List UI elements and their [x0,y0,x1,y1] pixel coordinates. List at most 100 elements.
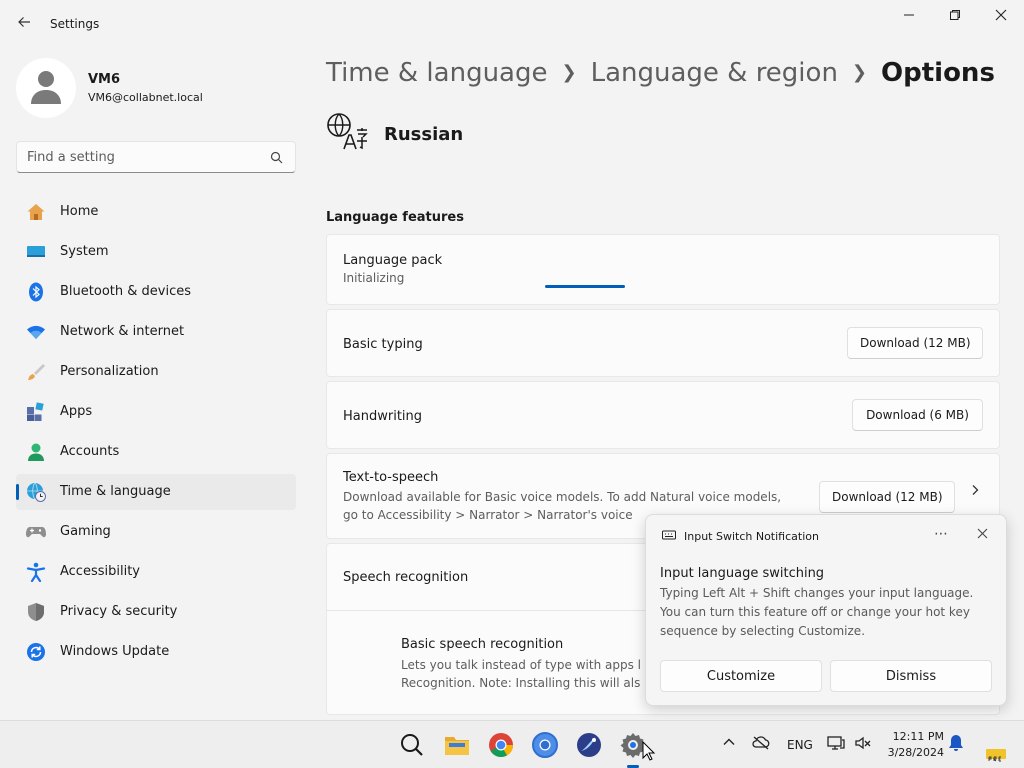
sidebar-item-label: Privacy & security [60,604,178,619]
sidebar-item-system[interactable]: System [16,234,296,270]
shield-icon [28,603,44,621]
sidebar-item-home[interactable]: Home [16,194,296,230]
taskbar: ENG 12:11 PM 3/28/2024 [0,720,1024,768]
sidebar-item-accessibility[interactable]: Accessibility [16,554,296,590]
page-title: Options [881,58,995,88]
paintbrush-icon [28,364,45,380]
language-pack-card: Language pack Initializing [326,234,1000,305]
update-icon [27,643,45,661]
progress-bar [545,285,625,288]
input-language-indicator[interactable]: ENG [787,738,813,752]
sidebar-item-label: Apps [60,404,93,419]
close-icon[interactable] [977,527,988,543]
sidebar-item-personalization[interactable]: Personalization [16,354,296,390]
section-heading: Language features [326,210,464,225]
sidebar-item-network[interactable]: Network & internet [16,314,296,350]
handwriting-card: Handwriting Download (6 MB) [326,381,1000,449]
basic-speech-description-line2: Recognition. Note: Installing this will … [401,676,641,690]
sidebar-item-label: Home [60,204,99,219]
accessibility-icon [26,562,46,582]
chromium-button[interactable] [529,729,561,761]
sidebar-item-accounts[interactable]: Accounts [16,434,296,470]
tts-description-line2: go to Accessibility > Narrator > Narrato… [343,508,633,522]
tts-description-line1: Download available for Basic voice model… [343,490,782,504]
accounts-icon [28,443,44,461]
notification-body: Typing Left Alt + Shift changes your inp… [660,586,974,638]
breadcrumb-language-region[interactable]: Language & region [591,58,838,88]
chevron-up-icon[interactable] [722,735,736,752]
input-switch-notification[interactable]: Input Switch Notification ⋯ Input langua… [645,514,1007,706]
chevron-right-icon [972,485,979,495]
sidebar-item-label: Accessibility [60,564,140,579]
dismiss-button[interactable]: Dismiss [830,660,992,692]
handwriting-download-button[interactable]: Download (6 MB) [852,399,983,431]
gamepad-icon [26,527,46,538]
close-window-button[interactable] [985,8,1017,26]
sidebar-item-bluetooth[interactable]: Bluetooth & devices [16,274,296,310]
chrome-icon [489,733,513,758]
tts-download-button[interactable]: Download (12 MB) [819,481,955,513]
wifi-icon [27,325,45,339]
pre-release-icon [986,749,1006,762]
title-bar: Settings [0,0,1024,48]
bluetooth-icon [29,282,43,302]
clock-date: 3/28/2024 [887,746,944,759]
sidebar-item-label: Bluetooth & devices [60,284,191,299]
search-taskbar-button[interactable] [396,729,428,761]
file-explorer-button[interactable] [441,729,473,761]
globe-clock-icon [27,482,46,502]
breadcrumb: Time & language ❯ Language & region ❯ Option… [326,58,995,88]
sidebar-item-label: Network & internet [60,324,185,339]
tts-title: Text-to-speech [343,470,439,485]
sidebar-item-label: Windows Update [60,644,170,659]
speaker-muted-icon[interactable] [854,735,872,754]
chromium-icon [532,732,558,758]
display-icon[interactable] [827,735,845,754]
sidebar-item-gaming[interactable]: Gaming [16,514,296,550]
notification-title: Input language switching [660,566,825,581]
sidebar-item-apps[interactable]: Apps [16,394,296,430]
monitor-icon [27,246,45,257]
person-icon [31,71,61,104]
search-icon [401,734,423,756]
minimize-button[interactable] [893,8,925,26]
sidebar-item-label: Accounts [60,444,120,459]
sidebar-item-label: Time & language [60,484,171,499]
basic-speech-title: Basic speech recognition [401,637,564,652]
app-title: Settings [50,17,100,31]
bell-icon[interactable] [948,734,964,755]
apps-icon [27,402,44,421]
customize-button[interactable]: Customize [660,660,822,692]
clock[interactable]: 12:11 PM 3/28/2024 [880,729,944,761]
app-icon [577,733,601,757]
sidebar-item-privacy[interactable]: Privacy & security [16,594,296,630]
search-icon[interactable] [270,151,283,164]
profile-email: VM6@collabnet.local [88,91,203,104]
maximize-button[interactable] [939,8,971,26]
sidebar-item-time-language[interactable]: Time & language [16,474,296,510]
search-input[interactable] [27,148,267,166]
folder-icon [445,737,469,755]
profile-name: VM6 [88,72,121,87]
breadcrumb-time-language[interactable]: Time & language [326,58,547,88]
language-pack-status: Initializing [343,271,405,285]
basic-typing-download-button[interactable]: Download (12 MB) [847,327,983,359]
handwriting-title: Handwriting [343,409,423,424]
chrome-button[interactable] [485,729,517,761]
sidebar-item-label: Personalization [60,364,159,379]
basic-typing-card: Basic typing Download (12 MB) [326,309,1000,377]
network-offline-icon[interactable] [752,735,770,754]
back-arrow-icon[interactable] [14,14,34,34]
language-icon [327,113,368,150]
sidebar-item-windows-update[interactable]: Windows Update [16,634,296,670]
chevron-right-icon: ❯ [561,62,577,83]
more-options-icon[interactable]: ⋯ [934,526,948,542]
notification-app-name: Input Switch Notification [684,530,819,543]
app-button[interactable] [573,729,605,761]
mouse-cursor-icon [642,741,656,761]
search-box[interactable] [16,141,296,173]
language-pack-title: Language pack [343,253,443,268]
sidebar-item-label: System [60,244,109,259]
basic-typing-title: Basic typing [343,337,423,352]
home-icon [27,204,45,220]
